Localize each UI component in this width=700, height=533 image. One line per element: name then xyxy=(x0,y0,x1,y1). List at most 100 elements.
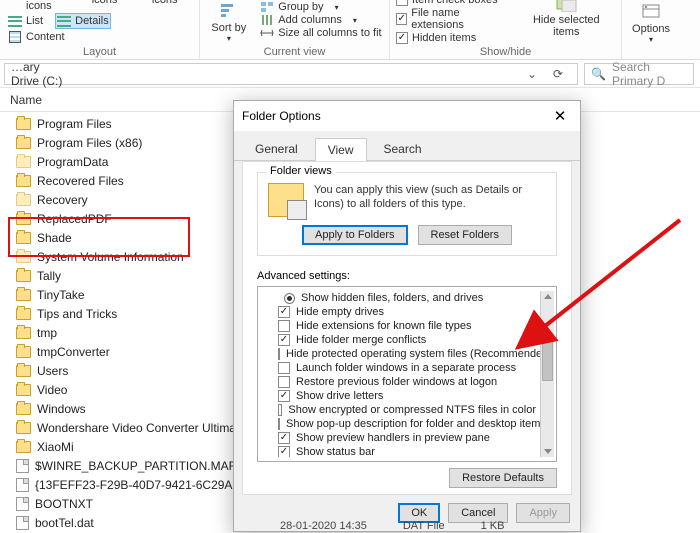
breadcrumb-dropdown-icon[interactable]: ⌄ xyxy=(523,65,541,83)
list-item-label: TinyTake xyxy=(37,288,85,302)
checkbox-icon xyxy=(278,334,290,346)
folder-icon xyxy=(16,232,31,244)
list-item-label: ProgramData xyxy=(37,155,108,169)
layout-medium-icons[interactable]: Medium icons xyxy=(132,0,193,6)
search-input[interactable]: 🔍 Search Primary D xyxy=(584,63,694,85)
advanced-setting-item[interactable]: Show drive letters xyxy=(260,389,540,403)
list-item-label: tmp xyxy=(37,326,57,340)
advanced-setting-label: Show hidden files, folders, and drives xyxy=(301,292,483,304)
folder-icon xyxy=(16,422,31,434)
file-icon xyxy=(16,478,29,492)
list-item-label: Tally xyxy=(37,269,61,283)
file-icon xyxy=(16,497,29,511)
list-item-label: Program Files xyxy=(37,117,112,131)
ribbon: Extra large icons Large icons Medium ico… xyxy=(0,0,700,60)
reset-folders-button[interactable]: Reset Folders xyxy=(418,225,512,245)
folder-icon xyxy=(16,289,31,301)
folder-icon xyxy=(16,441,31,453)
breadcrumb[interactable]: …ary Drive (C:) ⌄ ⟳ xyxy=(4,63,578,85)
folder-views-group: Folder views You can apply this view (su… xyxy=(257,172,557,256)
breadcrumb-bar: …ary Drive (C:) ⌄ ⟳ 🔍 Search Primary D xyxy=(0,60,700,88)
advanced-setting-item[interactable]: Hide empty drives xyxy=(260,305,540,319)
folder-icon xyxy=(16,175,31,187)
list-item-label: Wondershare Video Converter Ultimate xyxy=(37,421,246,435)
list-item-label: Users xyxy=(37,364,68,378)
advanced-setting-item[interactable]: Restore previous folder windows at logon xyxy=(260,375,540,389)
advanced-setting-item[interactable]: Show status bar xyxy=(260,445,540,457)
status-row: 28-01-2020 14:35 DAT File 1 KB xyxy=(280,520,504,532)
advanced-setting-item[interactable]: Show hidden files, folders, and drives xyxy=(260,291,540,305)
item-check-boxes-toggle[interactable]: Item check boxes xyxy=(396,0,508,6)
checkbox-icon xyxy=(278,432,290,444)
list-item-label: tmpConverter xyxy=(37,345,110,359)
list-item-label: bootTel.dat xyxy=(35,516,94,530)
folder-icon xyxy=(16,384,31,396)
advanced-setting-label: Show status bar xyxy=(296,446,375,457)
folder-icon xyxy=(16,156,31,168)
advanced-setting-item[interactable]: Show pop-up description for folder and d… xyxy=(260,417,540,431)
folder-views-legend: Folder views xyxy=(266,165,336,177)
search-placeholder: Search Primary D xyxy=(612,60,687,88)
advanced-setting-label: Hide folder merge conflicts xyxy=(296,334,426,346)
list-item-label: ReplacedPDF xyxy=(37,212,112,226)
tab-general[interactable]: General xyxy=(242,137,311,160)
status-type: DAT File xyxy=(403,520,445,532)
advanced-setting-label: Show pop-up description for folder and d… xyxy=(286,418,540,430)
folder-options-dialog: Folder Options ✕ General View Search Fol… xyxy=(233,100,581,532)
list-item-label: BOOTNXT xyxy=(35,497,93,511)
advanced-setting-label: Show drive letters xyxy=(296,390,383,402)
layout-content[interactable]: Content xyxy=(6,30,67,44)
tab-search[interactable]: Search xyxy=(371,137,435,160)
layout-list[interactable]: List xyxy=(6,14,45,28)
sort-by-button[interactable]: Sort by▾ xyxy=(207,1,250,43)
checkbox-icon xyxy=(278,446,290,457)
status-date: 28-01-2020 14:35 xyxy=(280,520,367,532)
checkbox-icon xyxy=(278,376,290,388)
refresh-icon[interactable]: ⟳ xyxy=(549,65,567,83)
ribbon-group-label: Current view xyxy=(264,44,326,59)
advanced-setting-item[interactable]: Hide extensions for known file types xyxy=(260,319,540,333)
list-item-label: Recovery xyxy=(37,193,88,207)
advanced-setting-item[interactable]: Show encrypted or compressed NTFS files … xyxy=(260,403,540,417)
scrollbar[interactable] xyxy=(540,291,554,457)
advanced-setting-item[interactable]: Hide folder merge conflicts xyxy=(260,333,540,347)
ribbon-group-label: Layout xyxy=(83,44,116,59)
advanced-setting-item[interactable]: Hide protected operating system files (R… xyxy=(260,347,540,361)
advanced-setting-label: Launch folder windows in a separate proc… xyxy=(296,362,516,374)
list-item-label: Recovered Files xyxy=(37,174,124,188)
folder-icon xyxy=(16,194,31,206)
apply-button[interactable]: Apply xyxy=(516,503,570,523)
layout-extra-large-icons[interactable]: Extra large icons xyxy=(6,0,62,12)
advanced-setting-item[interactable]: Launch folder windows in a separate proc… xyxy=(260,361,540,375)
layout-large-icons[interactable]: Large icons xyxy=(72,0,122,6)
list-item-label: Video xyxy=(37,383,67,397)
apply-to-folders-button[interactable]: Apply to Folders xyxy=(302,225,407,245)
list-item-label: XiaoMi xyxy=(37,440,74,454)
layout-details[interactable]: Details xyxy=(55,13,111,29)
dialog-title: Folder Options xyxy=(242,109,548,123)
dialog-titlebar[interactable]: Folder Options ✕ xyxy=(234,101,580,131)
list-item-label: Windows xyxy=(37,402,86,416)
folder-icon xyxy=(16,251,31,263)
add-columns-button[interactable]: Add columns ▾ xyxy=(260,14,381,26)
list-item-label: Tips and Tricks xyxy=(37,307,117,321)
checkbox-icon xyxy=(278,418,280,430)
group-by-button[interactable]: Group by ▾ xyxy=(260,1,381,13)
advanced-settings-list[interactable]: Show hidden files, folders, and drivesHi… xyxy=(257,286,557,462)
folder-icon xyxy=(16,346,31,358)
hide-selected-items-button[interactable]: Hide selected items xyxy=(518,0,615,38)
status-size: 1 KB xyxy=(481,520,505,532)
tab-view[interactable]: View xyxy=(315,138,367,161)
checkbox-icon xyxy=(278,320,290,332)
advanced-setting-label: Show preview handlers in preview pane xyxy=(296,432,490,444)
options-button[interactable]: Options▾ xyxy=(628,2,674,44)
hidden-items-toggle[interactable]: Hidden items xyxy=(396,32,508,44)
advanced-setting-item[interactable]: Show preview handlers in preview pane xyxy=(260,431,540,445)
advanced-setting-label: Show encrypted or compressed NTFS files … xyxy=(288,404,536,416)
checkbox-icon xyxy=(278,362,290,374)
restore-defaults-button[interactable]: Restore Defaults xyxy=(449,468,557,488)
size-all-columns-button[interactable]: Size all columns to fit xyxy=(260,27,381,39)
scrollbar-thumb[interactable] xyxy=(542,333,553,381)
file-name-extensions-toggle[interactable]: File name extensions xyxy=(396,7,508,31)
close-icon[interactable]: ✕ xyxy=(548,104,572,128)
